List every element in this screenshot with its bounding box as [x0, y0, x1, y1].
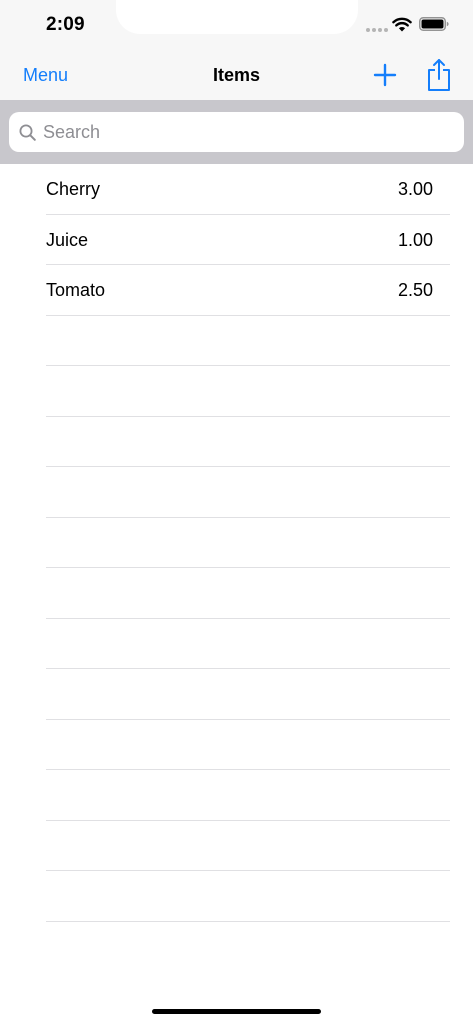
items-list: Cherry 3.00 Juice 1.00 Tomato 2.50 [0, 164, 473, 922]
item-value: 1.00 [397, 229, 433, 250]
item-name: Tomato [46, 280, 106, 300]
home-indicator[interactable] [152, 1009, 321, 1014]
notch [116, 0, 358, 34]
search-bar [0, 100, 473, 164]
table-row-juice[interactable]: Juice 1.00 [0, 215, 473, 266]
search-field[interactable] [9, 112, 464, 152]
share-button[interactable] [425, 58, 453, 92]
table-row-tomato[interactable]: Tomato 2.50 [0, 265, 473, 316]
item-name: Cherry [46, 179, 101, 199]
battery-icon [419, 17, 449, 31]
search-input[interactable] [43, 121, 443, 143]
status-bar: 2:09 [0, 0, 473, 50]
item-name: Juice [46, 229, 89, 250]
menu-button[interactable]: Menu [23, 65, 68, 86]
empty-row [0, 871, 473, 922]
empty-row [0, 720, 473, 771]
empty-row [0, 821, 473, 872]
status-time: 2:09 [46, 14, 85, 35]
share-icon [428, 59, 450, 91]
cellular-signal-icon [366, 28, 388, 32]
empty-row [0, 417, 473, 468]
empty-row [0, 568, 473, 619]
table-row-cherry[interactable]: Cherry 3.00 [0, 164, 473, 215]
empty-row [0, 467, 473, 518]
item-value: 2.50 [397, 280, 433, 300]
navigation-bar: Menu Items [0, 50, 473, 100]
empty-row [0, 669, 473, 720]
search-icon [19, 124, 36, 141]
item-value: 3.00 [397, 179, 433, 199]
app-screen: 2:09 Menu Items Search Cherry 3.00 Juice… [0, 0, 473, 1024]
add-item-button[interactable] [372, 62, 398, 88]
empty-row [0, 619, 473, 670]
page-title: Items [212, 65, 261, 85]
plus-icon [373, 63, 397, 87]
empty-row [0, 770, 473, 821]
empty-row [0, 366, 473, 417]
wifi-icon [392, 17, 412, 32]
empty-row [0, 518, 473, 569]
empty-row [0, 316, 473, 367]
